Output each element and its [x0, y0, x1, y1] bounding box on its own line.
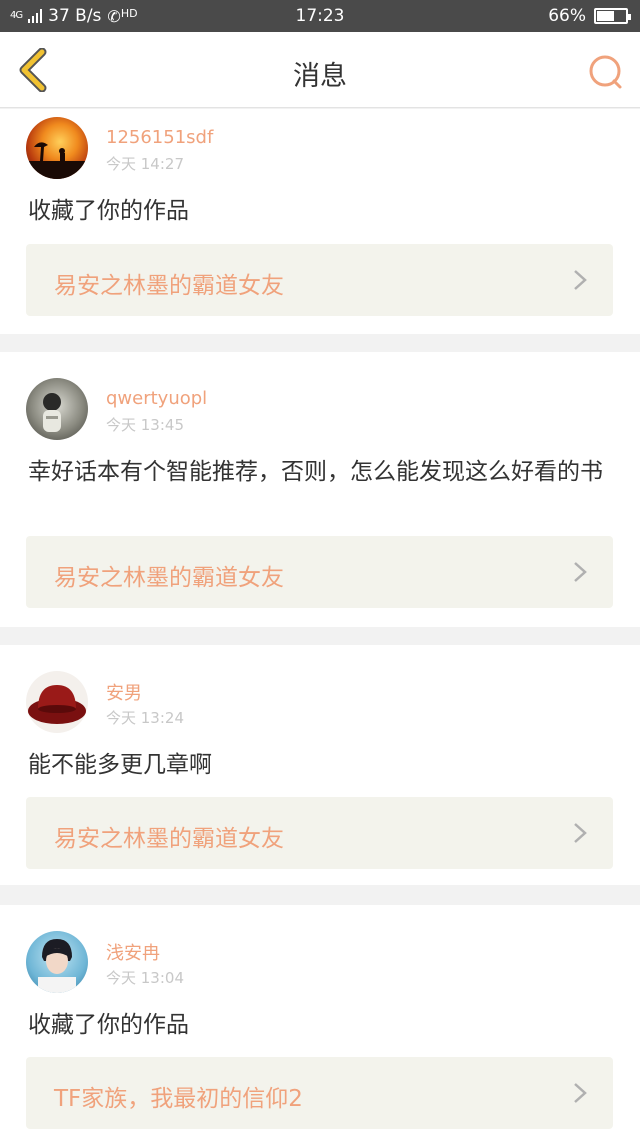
- avatar-image: [43, 393, 61, 432]
- avatar[interactable]: [26, 378, 88, 440]
- chevron-right-icon: [574, 1083, 587, 1103]
- avatar-image: [26, 142, 88, 179]
- timestamp: 今天 13:24: [106, 709, 184, 727]
- avatar[interactable]: [26, 931, 88, 993]
- book-link[interactable]: 易安之林墨的霸道女友: [26, 244, 613, 316]
- message-card: 安男 今天 13:24 能不能多更几章啊 易安之林墨的霸道女友: [0, 645, 640, 885]
- battery-percent: 66%: [548, 6, 586, 26]
- message-card: qwertyuopl 今天 13:45 幸好话本有个智能推荐，否则，怎么能发现这…: [0, 352, 640, 627]
- book-title: TF家族，我最初的信仰2: [54, 1086, 303, 1112]
- username[interactable]: 浅安冉: [106, 939, 160, 965]
- username[interactable]: 1256151sdf: [106, 127, 213, 148]
- username[interactable]: qwertyuopl: [106, 388, 207, 409]
- status-bar: 4G 37 B/s ✆ HD 17:23 66%: [0, 0, 640, 32]
- avatar[interactable]: [26, 117, 88, 179]
- timestamp: 今天 13:45: [106, 416, 184, 434]
- book-link[interactable]: 易安之林墨的霸道女友: [26, 797, 613, 869]
- username[interactable]: 安男: [106, 679, 142, 705]
- book-title: 易安之林墨的霸道女友: [54, 565, 284, 591]
- book-link[interactable]: 易安之林墨的霸道女友: [26, 536, 613, 608]
- book-link[interactable]: TF家族，我最初的信仰2: [26, 1057, 613, 1129]
- timestamp: 今天 13:04: [106, 969, 184, 987]
- comment-text: 幸好话本有个智能推荐，否则，怎么能发现这么好看的书: [28, 459, 603, 485]
- chevron-right-icon: [574, 270, 587, 290]
- search-icon: [589, 55, 622, 89]
- avatar[interactable]: [26, 671, 88, 733]
- message-card: 1256151sdf 今天 14:27 收藏了你的作品 易安之林墨的霸道女友: [0, 109, 640, 334]
- chevron-right-icon: [574, 562, 587, 582]
- app-header: 消息: [0, 32, 640, 108]
- search-button[interactable]: [586, 52, 626, 92]
- clock: 17:23: [295, 6, 345, 26]
- comment-text: 能不能多更几章啊: [28, 752, 212, 778]
- chevron-right-icon: [574, 823, 587, 843]
- avatar-image: [38, 939, 76, 993]
- message-card: 浅安冉 今天 13:04 收藏了你的作品 TF家族，我最初的信仰2: [0, 905, 640, 1138]
- page-title: 消息: [293, 61, 347, 92]
- book-title: 易安之林墨的霸道女友: [54, 826, 284, 852]
- comment-text: 收藏了你的作品: [28, 198, 189, 224]
- avatar-image: [28, 685, 86, 724]
- comment-text: 收藏了你的作品: [28, 1012, 189, 1038]
- timestamp: 今天 14:27: [106, 155, 184, 173]
- book-title: 易安之林墨的霸道女友: [54, 273, 284, 299]
- battery-icon: [594, 8, 631, 24]
